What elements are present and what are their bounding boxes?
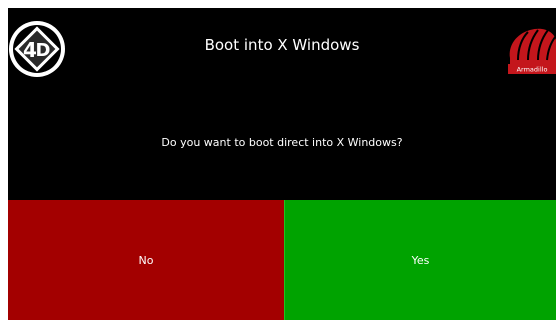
page-title: Boot into X Windows <box>204 36 360 54</box>
yes-button[interactable]: Yes <box>284 200 556 320</box>
boot-dialog-screen: 4 D Boot into X Windows Armadillo Do you… <box>8 8 556 320</box>
svg-text:D: D <box>36 40 51 61</box>
yes-button-label: Yes <box>411 253 430 267</box>
no-button[interactable]: No <box>8 200 284 320</box>
armadillo-logo-text: Armadillo <box>517 66 548 74</box>
dialog-question: Do you want to boot direct into X Window… <box>161 136 403 149</box>
no-button-label: No <box>138 253 154 267</box>
dialog-header: 4 D Boot into X Windows Armadillo <box>8 8 556 88</box>
armadillo-logo-icon: Armadillo <box>508 28 556 74</box>
4d-systems-logo-icon: 4 D <box>9 21 65 77</box>
